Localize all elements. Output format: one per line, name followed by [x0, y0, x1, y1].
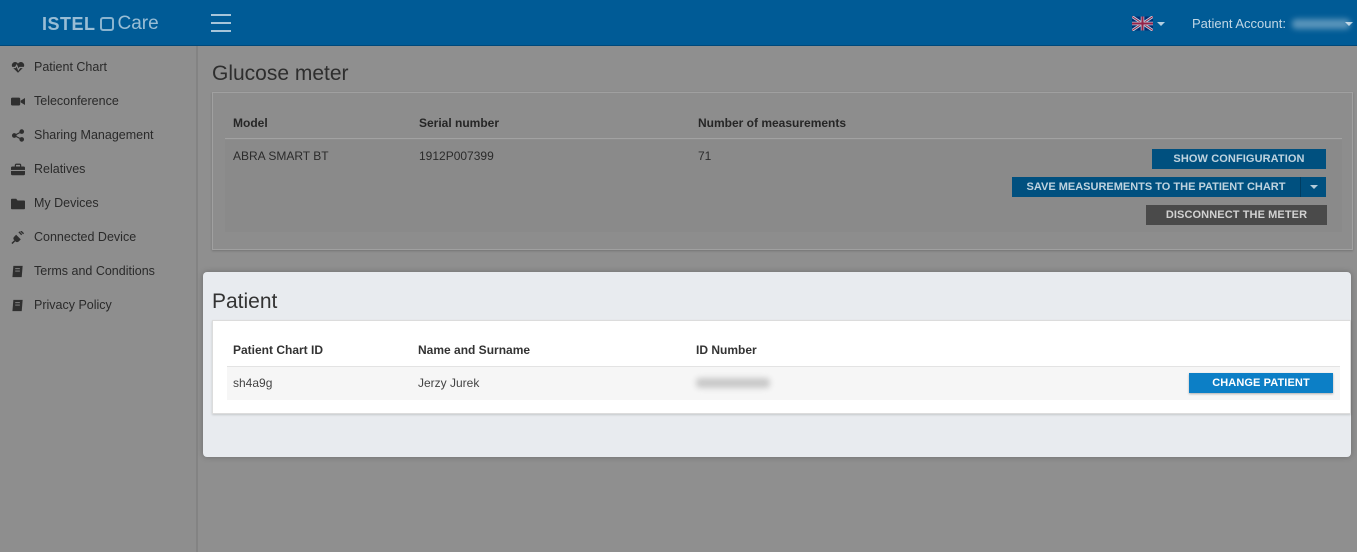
briefcase-icon — [10, 163, 25, 176]
sidebar-item-terms-and-conditions[interactable]: Terms and Conditions — [0, 254, 196, 288]
sidebar-item-patient-chart[interactable]: Patient Chart — [0, 50, 196, 84]
logo-product: Care — [117, 13, 159, 34]
chevron-down-icon — [1309, 185, 1318, 189]
sidebar-item-label: My Devices — [34, 196, 99, 210]
logo-symbol-icon — [99, 17, 114, 31]
sidebar-item-sharing-management[interactable]: Sharing Management — [0, 118, 196, 152]
column-header-name: Name and Surname — [418, 343, 531, 357]
show-configuration-button[interactable]: SHOW CONFIGURATION — [1152, 149, 1326, 169]
istel-care-logo[interactable]: ISTEL Care — [42, 12, 159, 36]
patient-title: Patient — [212, 290, 278, 313]
patient-account-label: Patient Account: — [1192, 16, 1286, 31]
heartbeat-icon — [10, 61, 25, 74]
redacted-id-number — [696, 378, 770, 388]
sidebar-item-label: Patient Chart — [34, 60, 107, 74]
video-camera-icon — [10, 95, 25, 108]
measurement-count: 71 — [698, 149, 712, 163]
book-icon — [10, 265, 25, 278]
change-patient-button[interactable]: CHANGE PATIENT — [1189, 373, 1333, 393]
share-icon — [10, 128, 25, 142]
glucose-table-header: Model Serial number Number of measuremen… — [225, 107, 1342, 139]
sidebar-item-teleconference[interactable]: Teleconference — [0, 84, 196, 118]
column-header-serial: Serial number — [419, 116, 500, 130]
sidebar-item-my-devices[interactable]: My Devices — [0, 186, 196, 220]
column-header-measurements: Number of measurements — [698, 116, 847, 130]
disconnect-meter-button[interactable]: DISCONNECT THE METER — [1146, 205, 1327, 225]
book-icon — [10, 299, 25, 312]
patient-card: Patient Chart ID Name and Surname ID Num… — [212, 320, 1351, 414]
top-navbar: ISTEL Care Patient Account: — [0, 0, 1357, 46]
uk-flag-icon[interactable] — [1132, 16, 1153, 31]
sidebar: Patient Chart Teleconference Sharing Man… — [0, 46, 198, 552]
patient-chart-id: sh4a9g — [233, 376, 273, 390]
glucose-meter-title: Glucose meter — [212, 62, 349, 85]
sidebar-item-privacy-policy[interactable]: Privacy Policy — [0, 288, 196, 322]
patient-section: Patient Patient Chart ID Name and Surnam… — [203, 272, 1351, 457]
folder-icon — [10, 197, 25, 210]
patient-name: Jerzy Jurek — [418, 376, 480, 390]
sidebar-item-label: Terms and Conditions — [34, 264, 155, 278]
save-options-dropdown-button[interactable] — [1300, 177, 1326, 197]
sidebar-item-label: Teleconference — [34, 94, 119, 108]
save-measurements-split-button: SAVE MEASUREMENTS TO THE PATIENT CHART — [1012, 177, 1326, 197]
column-header-id-number: ID Number — [696, 343, 757, 357]
column-header-chart-id: Patient Chart ID — [233, 343, 324, 357]
column-header-model: Model — [233, 116, 268, 130]
redacted-account-name — [1291, 18, 1350, 29]
language-dropdown-caret-icon[interactable] — [1157, 22, 1165, 26]
hamburger-menu-icon[interactable] — [211, 14, 231, 32]
device-model: ABRA SMART BT — [233, 149, 329, 163]
logo-brand: ISTEL — [42, 13, 96, 34]
patient-account-menu[interactable]: Patient Account: — [1192, 16, 1350, 31]
patient-table-header: Patient Chart ID Name and Surname ID Num… — [227, 337, 1340, 367]
sidebar-item-label: Privacy Policy — [34, 298, 112, 312]
sidebar-item-label: Sharing Management — [34, 128, 154, 142]
glucose-meter-card: Model Serial number Number of measuremen… — [212, 92, 1353, 250]
account-dropdown-caret-icon[interactable] — [1345, 22, 1353, 26]
device-serial: 1912P007399 — [419, 149, 494, 163]
sidebar-item-label: Relatives — [34, 162, 86, 176]
save-measurements-button[interactable]: SAVE MEASUREMENTS TO THE PATIENT CHART — [1012, 177, 1300, 197]
sidebar-item-relatives[interactable]: Relatives — [0, 152, 196, 186]
plug-icon — [10, 230, 25, 244]
sidebar-item-connected-device[interactable]: Connected Device — [0, 220, 196, 254]
sidebar-item-label: Connected Device — [34, 230, 137, 244]
table-row: sh4a9g Jerzy Jurek — [227, 367, 1340, 400]
